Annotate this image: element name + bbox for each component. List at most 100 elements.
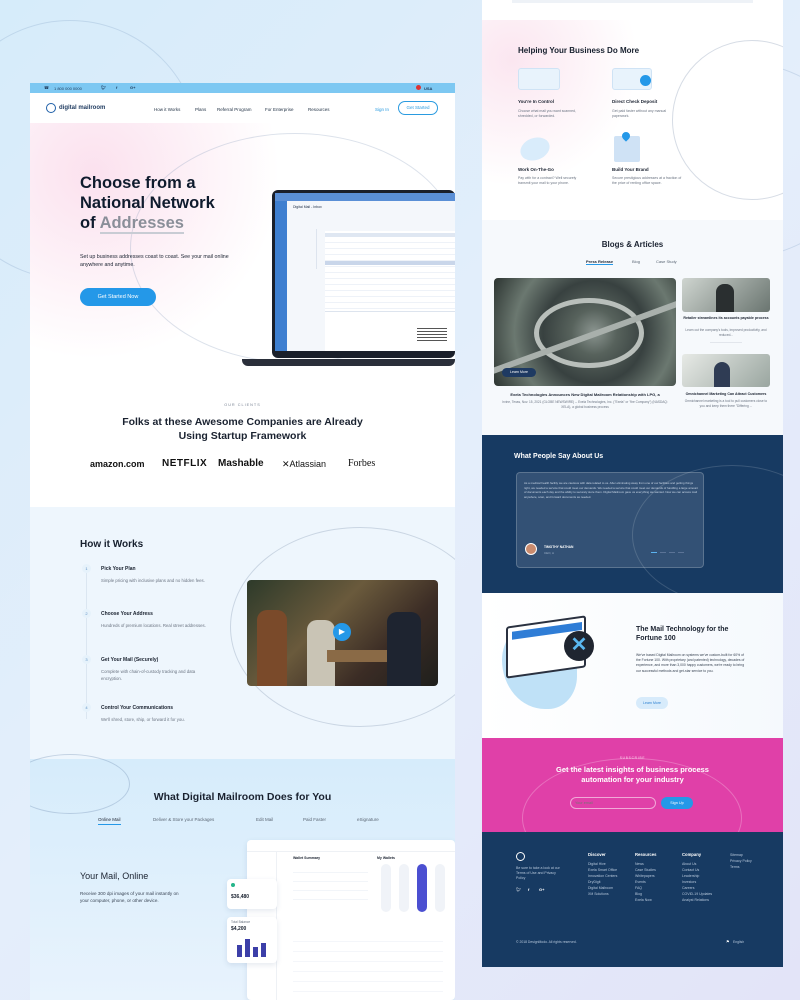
step-3-desc: Complete with chain-of-custody tracking … (101, 669, 196, 681)
slider-dot-active[interactable] (651, 552, 657, 553)
slider-dot[interactable] (660, 552, 666, 553)
step-1-desc: Simple pricing with inclusive plans and … (101, 578, 205, 583)
testimonial-card: As a medical health facility we are caut… (516, 472, 704, 568)
footer-language-select[interactable]: English (733, 940, 744, 944)
avatar (525, 543, 537, 555)
person-image (714, 362, 730, 387)
wallet-bar-3 (417, 864, 427, 912)
facebook-icon[interactable]: f (116, 85, 117, 90)
phone-icon: ☎ (44, 85, 49, 90)
chart-bar (261, 943, 266, 957)
helping-4-desc: Secure prestigious addresses at a fracti… (612, 176, 682, 185)
step-3-num: 3 (82, 655, 91, 664)
play-icon[interactable]: ▶ (333, 623, 351, 641)
my-wallets-title: My Wallets (377, 856, 395, 860)
footer-google-icon[interactable]: G+ (539, 887, 544, 892)
footer-twitter-icon[interactable]: 🐦︎ (516, 887, 521, 892)
footer-link[interactable]: XM Solutions (588, 891, 617, 897)
blog-side2-title[interactable]: Omnichannel Marketing Can Attract Custom… (682, 392, 770, 396)
blogs-section: Blogs & Articles Press Release Blog Case… (482, 220, 783, 435)
email-input[interactable] (570, 797, 656, 809)
logo-atlassian-text: Atlassian (289, 459, 327, 469)
slider-dot[interactable] (678, 552, 684, 553)
footer-logo-icon (516, 852, 525, 861)
nav-enterprise[interactable]: For Enterprise (265, 107, 294, 112)
steps-line (86, 569, 87, 719)
wallet-list (293, 864, 368, 904)
dashboard-mockup: Wallet Summary My Wallets (247, 840, 455, 1000)
sign-up-button[interactable]: Sign Up (661, 797, 693, 809)
tab-paid-faster[interactable]: Paid Faster (303, 817, 326, 822)
hero-title-line2: National Network (80, 194, 215, 212)
feature-desc: Receive 300 dpi images of your mail inst… (80, 891, 179, 903)
nav-plans[interactable]: Plans (195, 107, 206, 112)
blog-side1-desc: Learn out the company's tools, improved … (685, 328, 767, 337)
tab-case-study[interactable]: Case Study (656, 259, 677, 264)
step-2-num: 2 (82, 609, 91, 618)
copyright: © 2018 DesignModo. All rights reserved. (516, 940, 577, 944)
clients-section: OUR CLIENTS Folks at these Awesome Compa… (30, 373, 455, 507)
logo-icon (46, 103, 56, 113)
hero-subtitle: Set up business addresses coast to coast… (80, 254, 229, 268)
slider-dot[interactable] (669, 552, 675, 553)
blog-side2-image[interactable] (682, 354, 770, 387)
step-2-title: Choose Your Address (101, 611, 153, 617)
helping-4-title: Build Your Brand (612, 167, 649, 172)
sign-in-link[interactable]: Sign In (375, 107, 389, 112)
footer: Be sure to take a look at our Terms of U… (482, 832, 783, 967)
tab-edit-mail[interactable]: Edit Mail (256, 817, 273, 822)
dashboard-topbar (247, 840, 455, 852)
selected-row (325, 261, 455, 265)
footer-col-discover: Discover Digital Hive Exela Smart Office… (588, 852, 617, 897)
logo-forbes: Forbes (348, 458, 376, 469)
tab-deliver-store[interactable]: Deliver & Store your Packages (153, 817, 214, 822)
learn-more-button[interactable]: Learn More (502, 368, 536, 377)
nav-resources[interactable]: Resources (308, 107, 330, 112)
tab-press-release[interactable]: Press Release (586, 259, 614, 265)
subscribe-eyebrow: SUBSCRIBE (619, 756, 646, 760)
footer-facebook-icon[interactable]: f (528, 887, 529, 892)
twitter-icon[interactable]: 🐦︎ (101, 85, 106, 90)
logo-text[interactable]: digital mailroom (59, 105, 105, 111)
helping-1-desc: Choose what mail you want scanned, shred… (518, 109, 576, 118)
tab-online-mail[interactable]: Online Mail (98, 817, 121, 825)
transactions-list (293, 932, 443, 992)
step-2-desc: Hundreds of premium locations. Real stre… (101, 623, 206, 628)
step-4-title: Control Your Communications (101, 705, 174, 711)
control-illustration (518, 68, 560, 90)
subscribe-section: SUBSCRIBE Get the latest insights of bus… (482, 738, 783, 832)
blogs-title: Blogs & Articles (601, 240, 664, 249)
balance-card: $36,480 (227, 879, 277, 909)
video-thumbnail[interactable]: ▶ (247, 580, 438, 686)
fortune-learn-more-button[interactable]: Learn More (636, 697, 668, 709)
fortune-desc: We've based Digital Mailroom on systems … (636, 653, 745, 673)
clients-eyebrow: OUR CLIENTS (224, 403, 261, 407)
footer-link[interactable]: Analyst Relations (682, 897, 712, 903)
helping-section: Helping Your Business Do More You're In … (482, 20, 783, 220)
tab-esignature[interactable]: eSignature (357, 817, 379, 822)
google-plus-icon[interactable]: G+ (130, 85, 135, 90)
top-strip (512, 0, 753, 3)
fortune-title: The Mail Technology for the Fortune 100 (636, 626, 729, 642)
footer-col-heading: Company (682, 852, 702, 857)
laptop-screen: Digital Mail - Inbox (275, 193, 455, 351)
wallet-bar-4 (435, 864, 445, 912)
total-balance-card: Total Balance $4,200 (227, 917, 277, 963)
footer-link[interactable]: Terms (730, 864, 752, 870)
blog-main-caption[interactable]: Exela Technologies Announces New Digital… (494, 392, 676, 397)
tab-blog[interactable]: Blog (632, 259, 640, 264)
get-started-now-button[interactable]: Get Started Now (80, 288, 156, 306)
nav-how-it-works[interactable]: How it Works (154, 107, 180, 112)
fortune-section: ✕ The Mail Technology for the Fortune 10… (482, 593, 783, 738)
footer-link[interactable]: Exela Now (635, 897, 656, 903)
nav-referral[interactable]: Referral Program (217, 107, 252, 112)
get-started-button[interactable]: Get Started (398, 101, 438, 115)
language-select[interactable]: USA (424, 86, 432, 91)
laptop-mockup: Digital Mail - Inbox (272, 190, 455, 358)
blog-side1-image[interactable] (682, 278, 770, 312)
blog-main-image[interactable]: Learn More (494, 278, 676, 386)
blog-side1-title[interactable]: Retailer streamlines its accounts payabl… (682, 316, 770, 320)
testimonial-quote: As a medical health facility we are caut… (524, 481, 698, 500)
phone-number: 1 800 000 0000 (54, 86, 82, 91)
footer-col-legal: Sitemap Privacy Policy Terms (730, 852, 752, 870)
